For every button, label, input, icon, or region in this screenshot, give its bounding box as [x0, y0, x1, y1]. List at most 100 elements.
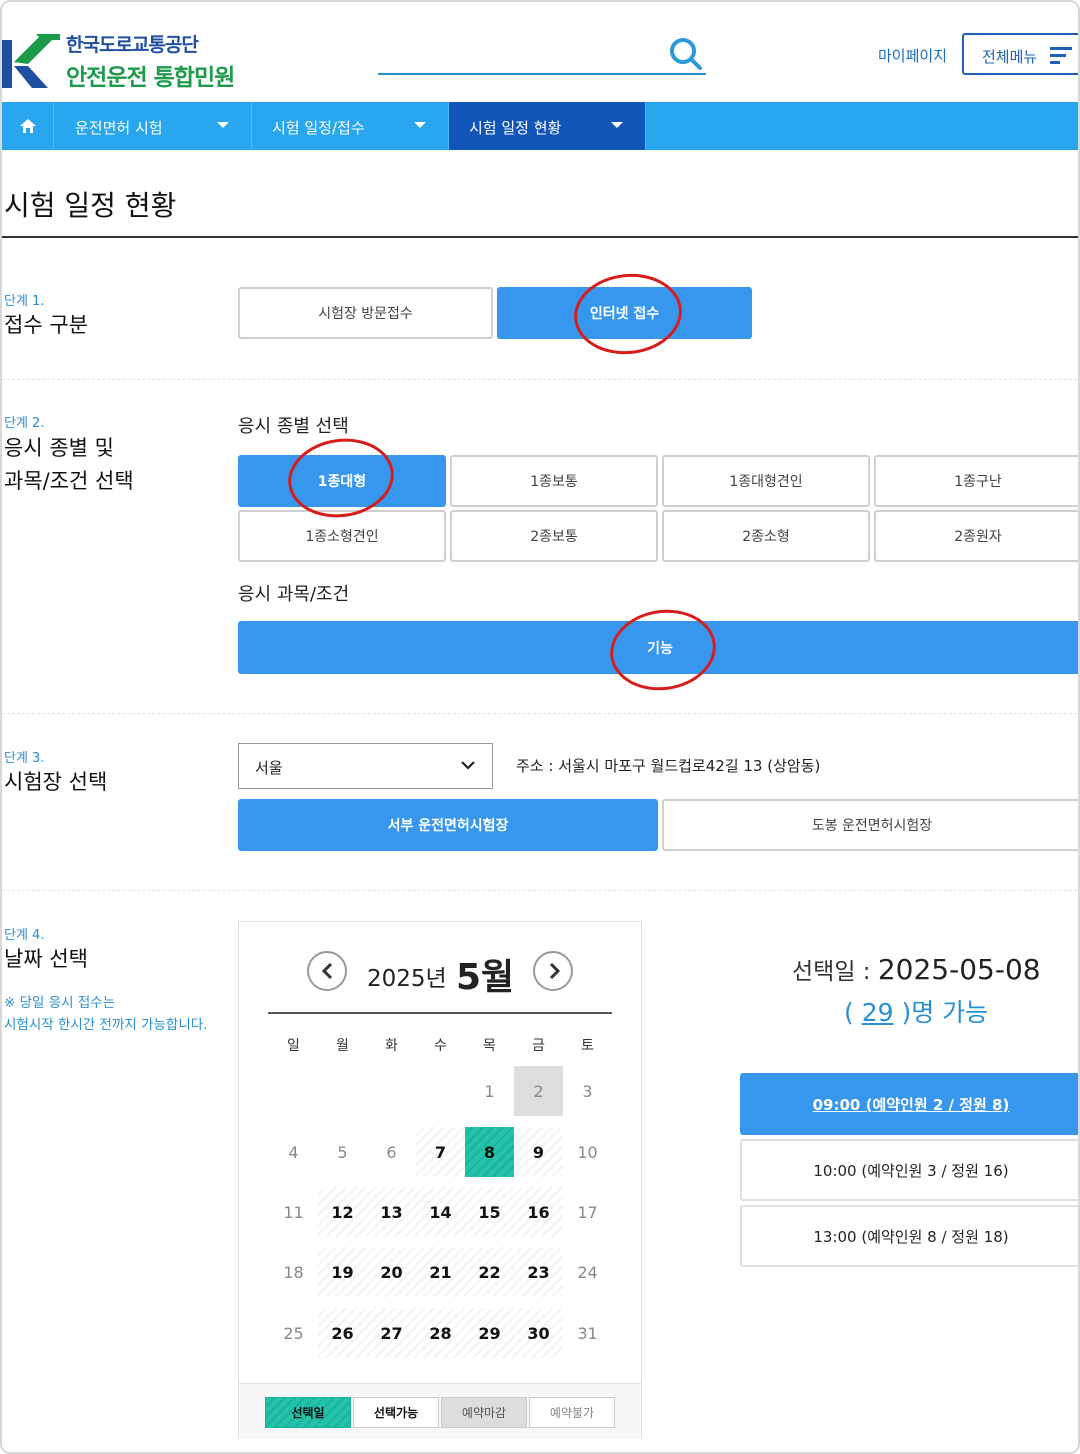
- step4-title: 날짜 선택: [4, 947, 88, 971]
- step2-number: 단계 2.: [4, 416, 45, 431]
- calendar-day-selected[interactable]: 8: [465, 1127, 514, 1177]
- visit-apply-button[interactable]: 시험장 방문접수: [238, 287, 493, 339]
- calendar-day: 17: [577, 1202, 598, 1222]
- capacity-close: )명 가능: [893, 998, 989, 1027]
- selected-date-label: 선택일 :: [792, 959, 878, 985]
- calendar-day[interactable]: 15: [465, 1187, 514, 1237]
- type-heading: 응시 종별 선택: [238, 416, 349, 437]
- search-icon[interactable]: [668, 36, 702, 70]
- calendar-day[interactable]: 26: [318, 1308, 367, 1358]
- nav-item-schedule-status[interactable]: 시험 일정 현황: [449, 102, 646, 150]
- calendar-divider: [268, 1012, 612, 1014]
- next-month-button[interactable]: [533, 951, 573, 991]
- calendar-day[interactable]: 9: [514, 1127, 563, 1177]
- calendar-day: 25: [283, 1323, 304, 1343]
- calendar-day[interactable]: 7: [416, 1127, 465, 1177]
- legend-selected: 선택일: [265, 1397, 351, 1428]
- calendar-legend: 선택일 선택가능 예약마감 예약불가: [239, 1383, 641, 1439]
- same-day-notice: ※ 당일 응시 접수는 시험시작 한시간 전까지 가능합니다.: [4, 992, 207, 1036]
- calendar-day[interactable]: 28: [416, 1308, 465, 1358]
- calendar-day: 5: [337, 1142, 348, 1162]
- calendar-day[interactable]: 22: [465, 1247, 514, 1297]
- nav-item-label: 시험 일정/접수: [272, 119, 365, 137]
- legend-available: 선택가능: [353, 1397, 439, 1428]
- calendar: 2025년 5월 일 월 화 수 목 금 토 1 2 3 4 5 6 7 8 9 10 11 12 13 14 15 16 1…: [238, 921, 642, 1439]
- step1-title: 접수 구분: [4, 313, 88, 337]
- subject-skill-button[interactable]: 기능: [238, 621, 1078, 674]
- subject-heading: 응시 과목/조건: [238, 584, 350, 605]
- time-slot-1000[interactable]: 10:00 (예약인원 3 / 정원 16): [740, 1139, 1078, 1201]
- prev-month-button[interactable]: [307, 951, 347, 991]
- type-1-small-tow-button[interactable]: 1종소형견인: [238, 510, 446, 562]
- calendar-day: 31: [577, 1323, 598, 1343]
- available-capacity: ( 29 )명 가능: [844, 993, 988, 1029]
- title-divider: [2, 236, 1078, 238]
- region-select[interactable]: 서울: [238, 743, 493, 789]
- calendar-day[interactable]: 13: [367, 1187, 416, 1237]
- all-menu-button[interactable]: 전체메뉴: [962, 33, 1078, 75]
- type-2-motorbike-button[interactable]: 2종원자: [874, 510, 1078, 562]
- center-dobong-button[interactable]: 도봉 운전면허시험장: [662, 799, 1078, 851]
- koroad-logo-icon[interactable]: [2, 32, 60, 88]
- home-icon: [20, 119, 36, 133]
- mypage-link[interactable]: 마이페이지: [878, 45, 947, 66]
- search-input[interactable]: [378, 73, 706, 75]
- notice-line: 시험시작 한시간 전까지 가능합니다.: [4, 1017, 208, 1033]
- step1-number: 단계 1.: [4, 294, 45, 309]
- weekday-header: 화: [385, 1038, 398, 1054]
- calendar-day[interactable]: 30: [514, 1308, 563, 1358]
- site-header: 한국도로교통공단 안전운전 통합민원 마이페이지 전체메뉴: [2, 2, 1078, 102]
- selected-date: 선택일 : 2025-05-08: [792, 952, 1041, 986]
- calendar-day[interactable]: 20: [367, 1247, 416, 1297]
- type-1-normal-button[interactable]: 1종보통: [450, 455, 658, 507]
- all-menu-label: 전체메뉴: [982, 48, 1038, 66]
- chevron-right-icon: [549, 962, 561, 980]
- page-frame: 한국도로교통공단 안전운전 통합민원 마이페이지 전체메뉴 운전면허 시험 시험…: [0, 0, 1080, 1454]
- step3-number: 단계 3.: [4, 751, 45, 766]
- nav-item-license-test[interactable]: 운전면허 시험: [55, 102, 252, 150]
- main-nav: 운전면허 시험 시험 일정/접수 시험 일정 현황: [2, 102, 1078, 150]
- calendar-day: 11: [283, 1202, 304, 1222]
- section-divider: [2, 890, 1078, 891]
- type-1-large-tow-button[interactable]: 1종대형견인: [662, 455, 870, 507]
- type-1-wrecker-button[interactable]: 1종구난: [874, 455, 1078, 507]
- weekday-header: 수: [434, 1038, 447, 1054]
- calendar-day: 1: [484, 1081, 495, 1101]
- nav-item-label: 시험 일정 현황: [469, 119, 562, 137]
- calendar-day: 6: [386, 1142, 397, 1162]
- chevron-left-icon: [321, 962, 333, 980]
- calendar-day[interactable]: 23: [514, 1247, 563, 1297]
- logo-service-name: 안전운전 통합민원: [66, 65, 235, 91]
- logo-org-name: 한국도로교통공단: [66, 34, 199, 56]
- step2-title-line2: 과목/조건 선택: [4, 469, 134, 493]
- page-title: 시험 일정 현황: [4, 189, 177, 222]
- calendar-day[interactable]: 19: [318, 1247, 367, 1297]
- calendar-day[interactable]: 29: [465, 1308, 514, 1358]
- nav-item-schedule-apply[interactable]: 시험 일정/접수: [252, 102, 449, 150]
- selected-date-value: 2025-05-08: [877, 953, 1041, 986]
- step2-title-line1: 응시 종별 및: [4, 436, 114, 460]
- calendar-day[interactable]: 21: [416, 1247, 465, 1297]
- calendar-day[interactable]: 27: [367, 1308, 416, 1358]
- type-2-normal-button[interactable]: 2종보통: [450, 510, 658, 562]
- hamburger-icon: [1050, 47, 1072, 64]
- calendar-day[interactable]: 16: [514, 1187, 563, 1237]
- section-divider: [2, 379, 1078, 380]
- center-address: 주소 : 서울시 마포구 월드컵로42길 13 (상암동): [516, 757, 821, 775]
- time-slot-1300[interactable]: 13:00 (예약인원 8 / 정원 18): [740, 1205, 1078, 1267]
- calendar-day[interactable]: 14: [416, 1187, 465, 1237]
- type-2-small-button[interactable]: 2종소형: [662, 510, 870, 562]
- type-1-large-button[interactable]: 1종대형: [238, 455, 446, 507]
- calendar-day: 10: [577, 1142, 598, 1162]
- calendar-month: 5월: [456, 957, 515, 998]
- home-button[interactable]: [2, 102, 54, 150]
- weekday-header: 금: [532, 1038, 545, 1054]
- time-slot-0900[interactable]: 09:00 (예약인원 2 / 정원 8): [740, 1073, 1078, 1135]
- calendar-day[interactable]: 12: [318, 1187, 367, 1237]
- legend-unavailable: 예약불가: [529, 1397, 615, 1428]
- center-seobu-button[interactable]: 서부 운전면허시험장: [238, 799, 658, 851]
- calendar-day: 3: [582, 1081, 593, 1101]
- chevron-down-icon: [461, 761, 475, 770]
- calendar-day: 24: [577, 1262, 598, 1282]
- internet-apply-button[interactable]: 인터넷 접수: [497, 287, 752, 339]
